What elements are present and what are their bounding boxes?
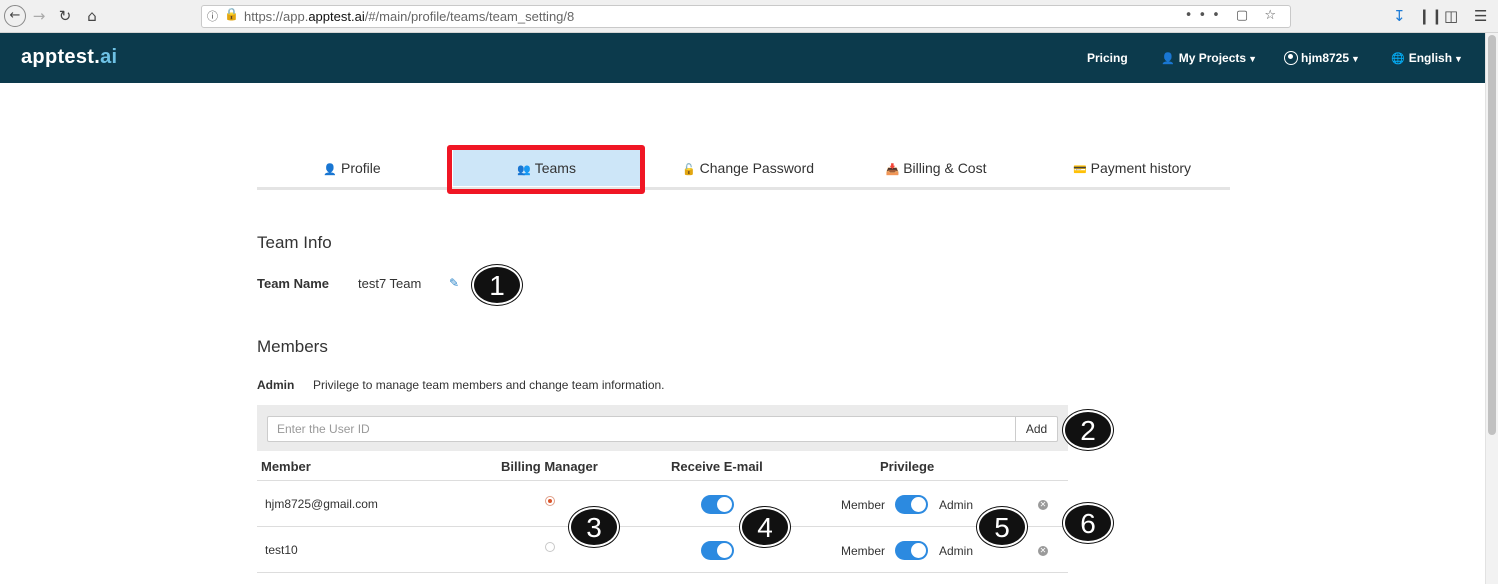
reload-icon[interactable]: ↻ xyxy=(56,5,74,27)
callout-badge: 3 xyxy=(569,507,619,547)
privilege-admin-label: Admin xyxy=(939,544,974,558)
page-actions[interactable]: ••• ▢ ☆ xyxy=(1185,8,1282,23)
column-header-privilege: Privilege xyxy=(880,459,935,474)
caret-down-icon: ▼ xyxy=(1454,54,1463,64)
nav-pricing-label: Pricing xyxy=(1087,51,1128,65)
remove-member-icon[interactable]: ✕ xyxy=(1038,500,1048,510)
user-icon: 👤 xyxy=(323,163,337,176)
tab-label: Profile xyxy=(341,160,381,176)
user-icon: 👤 xyxy=(1161,52,1175,65)
tab-billing-cost[interactable]: 📥 Billing & Cost xyxy=(841,150,1031,186)
table-divider xyxy=(257,526,1068,527)
logo[interactable]: apptest.ai xyxy=(21,46,117,69)
admin-label: Admin xyxy=(257,378,295,392)
nav-language[interactable]: 🌐 English ▼ xyxy=(1391,51,1463,65)
url-prefix: https://app. xyxy=(244,9,309,24)
table-divider xyxy=(257,572,1068,573)
user-id-input[interactable] xyxy=(267,416,1016,442)
logo-main: apptest. xyxy=(21,46,101,68)
tab-label: Change Password xyxy=(699,160,815,176)
caret-down-icon: ▼ xyxy=(1248,54,1257,64)
callout-badge: 2 xyxy=(1063,410,1113,450)
tab-change-password[interactable]: 🔓 Change Password xyxy=(653,150,843,186)
lock-icon: 🔒 xyxy=(224,7,239,21)
admin-description: Privilege to manage team members and cha… xyxy=(313,378,665,392)
scrollbar-thumb[interactable] xyxy=(1488,35,1496,435)
callout-badge: 5 xyxy=(977,507,1027,547)
member-id: test10 xyxy=(265,543,298,557)
browser-toolbar: ← → ↻ ⌂ ⓘ 🔒 https://app.apptest.ai/#/mai… xyxy=(0,0,1498,33)
caret-down-icon: ▼ xyxy=(1351,54,1360,64)
url-text[interactable]: https://app.apptest.ai/#/main/profile/te… xyxy=(244,9,574,24)
member-id: hjm8725@gmail.com xyxy=(265,497,378,511)
sidebar-icon[interactable]: ◫ xyxy=(1444,7,1458,25)
remove-member-icon[interactable]: ✕ xyxy=(1038,546,1048,556)
receive-email-toggle[interactable] xyxy=(701,495,734,514)
nav-pricing[interactable]: Pricing xyxy=(1087,51,1128,65)
url-path: /#/main/profile/teams/team_setting/8 xyxy=(364,9,575,24)
callout-badge: 4 xyxy=(740,507,790,547)
nav-user-menu[interactable]: hjm8725 ▼ xyxy=(1284,51,1360,65)
privilege-member-label: Member xyxy=(841,544,886,558)
callout-badge: 1 xyxy=(472,265,522,305)
unlock-icon: 🔓 xyxy=(681,163,696,176)
app-header: apptest.ai Pricing 👤 My Projects ▼ hjm8725… xyxy=(0,33,1485,83)
privilege-member-label: Member xyxy=(841,498,886,512)
column-header-billing-manager: Billing Manager xyxy=(501,459,598,474)
privilege-toggle[interactable] xyxy=(895,541,928,560)
globe-icon: 🌐 xyxy=(1391,52,1405,65)
nav-my-projects[interactable]: 👤 My Projects ▼ xyxy=(1161,51,1257,65)
url-bar[interactable]: ⓘ 🔒 https://app.apptest.ai/#/main/profil… xyxy=(201,5,1291,28)
nav-user-label: hjm8725 xyxy=(1301,51,1350,65)
privilege-admin-label: Admin xyxy=(939,498,974,512)
download-icon[interactable]: ↧ xyxy=(1393,7,1406,25)
inbox-icon: 📥 xyxy=(885,163,900,176)
highlight-box xyxy=(447,145,645,194)
back-icon[interactable]: ← xyxy=(4,5,26,27)
forward-icon[interactable]: → xyxy=(30,5,48,27)
url-domain: apptest.ai xyxy=(308,9,365,24)
library-icon[interactable]: ❙❙ xyxy=(1418,7,1443,25)
callout-badge: 6 xyxy=(1063,503,1113,543)
team-info-title: Team Info xyxy=(257,233,332,252)
privilege-toggle[interactable] xyxy=(895,495,928,514)
tab-profile[interactable]: 👤 Profile xyxy=(257,150,447,186)
team-name-value: test7 Team xyxy=(358,276,422,291)
home-icon[interactable]: ⌂ xyxy=(82,5,102,27)
column-header-receive-email: Receive E-mail xyxy=(671,459,763,474)
column-header-member: Member xyxy=(261,459,311,474)
logo-accent: ai xyxy=(100,46,118,68)
add-member-button[interactable]: Add xyxy=(1015,416,1058,442)
billing-manager-radio[interactable] xyxy=(545,542,555,552)
scrollbar[interactable] xyxy=(1485,33,1498,584)
tab-label: Billing & Cost xyxy=(903,160,987,176)
receive-email-toggle[interactable] xyxy=(701,541,734,560)
tab-payment-history[interactable]: 💳 Payment history xyxy=(1037,150,1227,186)
billing-manager-radio[interactable] xyxy=(545,496,555,506)
hamburger-menu-icon[interactable]: ☰ xyxy=(1474,7,1487,25)
info-icon[interactable]: ⓘ xyxy=(207,8,218,24)
edit-icon[interactable]: ✎ xyxy=(449,276,459,290)
members-title: Members xyxy=(257,337,328,356)
user-circle-icon xyxy=(1284,51,1298,65)
team-name-label: Team Name xyxy=(257,276,330,291)
tab-label: Payment history xyxy=(1090,160,1192,176)
nav-language-label: English xyxy=(1408,51,1453,65)
credit-card-icon: 💳 xyxy=(1072,163,1087,176)
profile-tabs: 👤 Profile 👥 Teams 🔓 Change Password 📥 Billin… xyxy=(257,150,1230,190)
table-divider xyxy=(257,480,1068,481)
nav-projects-label: My Projects xyxy=(1178,51,1247,65)
